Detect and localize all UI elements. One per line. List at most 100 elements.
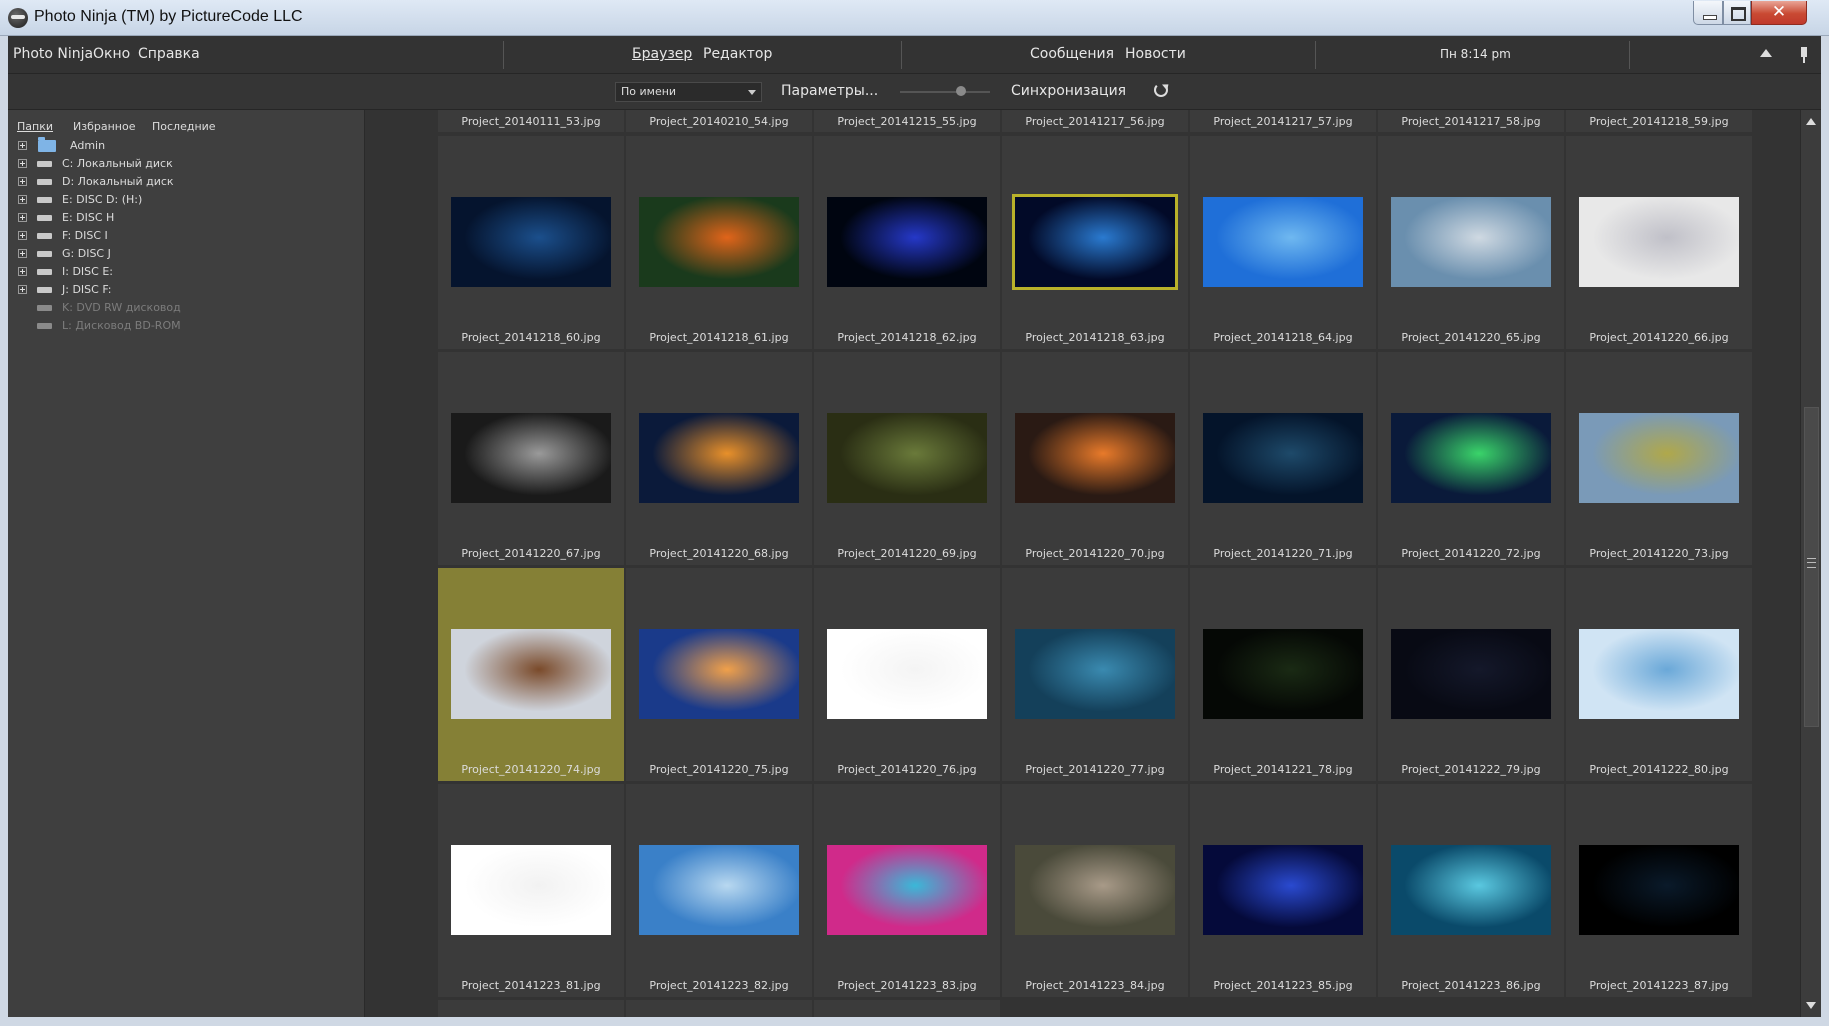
thumbnail-image[interactable]: [1015, 629, 1175, 719]
thumbnail-image[interactable]: [1012, 194, 1178, 290]
thumbnail-cell[interactable]: [626, 1000, 812, 1017]
thumbnail-cell[interactable]: Project_20141217_57.jpg: [1190, 110, 1376, 132]
thumbnail-cell[interactable]: Project_20141218_63.jpg: [1002, 136, 1188, 349]
thumbnail-cell[interactable]: Project_20141222_80.jpg: [1566, 568, 1752, 781]
thumbnail-image[interactable]: [827, 413, 987, 503]
thumbnail-cell[interactable]: Project_20141223_82.jpg: [626, 784, 812, 997]
maximize-button[interactable]: [1723, 1, 1751, 25]
thumbnail-image[interactable]: [639, 413, 799, 503]
thumbnail-cell[interactable]: Project_20141222_79.jpg: [1378, 568, 1564, 781]
thumbnail-image[interactable]: [1579, 845, 1739, 935]
menu-photo-ninja[interactable]: Photo Ninja: [13, 46, 93, 62]
parameters-button[interactable]: Параметры...: [781, 83, 878, 99]
thumbnail-cell[interactable]: Project_20141223_85.jpg: [1190, 784, 1376, 997]
thumbnail-cell[interactable]: Project_20141218_62.jpg: [814, 136, 1000, 349]
thumbnail-image[interactable]: [827, 197, 987, 287]
tree-item[interactable]: K: DVD RW дисковод: [18, 300, 348, 318]
thumbnail-cell[interactable]: [438, 1000, 624, 1017]
tree-item[interactable]: G: DISC J: [18, 246, 348, 264]
thumbnail-cell[interactable]: Project_20140111_53.jpg: [438, 110, 624, 132]
pin-icon[interactable]: [1801, 47, 1807, 63]
tree-item[interactable]: E: DISC D: (H:): [18, 192, 348, 210]
tab-folders[interactable]: Папки: [17, 120, 53, 133]
thumbnail-image[interactable]: [1203, 197, 1363, 287]
thumbnail-cell[interactable]: Project_20141218_61.jpg: [626, 136, 812, 349]
thumbnail-cell[interactable]: Project_20141223_87.jpg: [1566, 784, 1752, 997]
thumbnail-image[interactable]: [1203, 629, 1363, 719]
thumbnail-cell[interactable]: Project_20141217_58.jpg: [1378, 110, 1564, 132]
thumbnail-cell[interactable]: [814, 1000, 1000, 1017]
thumbnail-image[interactable]: [1579, 413, 1739, 503]
thumbnail-cell[interactable]: Project_20141220_71.jpg: [1190, 352, 1376, 565]
tree-item[interactable]: C: Локальный диск: [18, 156, 348, 174]
scroll-thumb[interactable]: [1804, 407, 1819, 727]
grid-scrollbar[interactable]: [1800, 110, 1821, 1017]
thumbnail-cell[interactable]: Project_20141223_84.jpg: [1002, 784, 1188, 997]
expand-icon[interactable]: [18, 249, 27, 258]
tab-favorites[interactable]: Избранное: [73, 120, 135, 133]
messages-button[interactable]: Сообщения: [1030, 46, 1114, 62]
thumbnail-image[interactable]: [1391, 845, 1551, 935]
thumbnail-image[interactable]: [1579, 629, 1739, 719]
thumbnail-image[interactable]: [1391, 629, 1551, 719]
thumbnail-cell[interactable]: Project_20141220_66.jpg: [1566, 136, 1752, 349]
expand-icon[interactable]: [18, 231, 27, 240]
thumbnail-image[interactable]: [1391, 413, 1551, 503]
thumbnail-cell[interactable]: Project_20141220_67.jpg: [438, 352, 624, 565]
thumbnail-image[interactable]: [451, 413, 611, 503]
tree-item[interactable]: J: DISC F:: [18, 282, 348, 300]
minimize-button[interactable]: [1693, 1, 1723, 25]
news-button[interactable]: Новости: [1125, 46, 1186, 62]
thumbnail-cell[interactable]: Project_20141220_70.jpg: [1002, 352, 1188, 565]
tree-item[interactable]: F: DISC I: [18, 228, 348, 246]
thumbnail-cell[interactable]: Project_20141221_78.jpg: [1190, 568, 1376, 781]
tree-item[interactable]: I: DISC E:: [18, 264, 348, 282]
sync-button[interactable]: Синхронизация: [1011, 83, 1126, 99]
sort-select[interactable]: По имени: [615, 82, 762, 102]
menu-help[interactable]: Справка: [138, 46, 200, 62]
thumbnail-image[interactable]: [639, 629, 799, 719]
tree-item[interactable]: D: Локальный диск: [18, 174, 348, 192]
slider-knob[interactable]: [956, 86, 966, 96]
thumbnail-image[interactable]: [451, 845, 611, 935]
expand-icon[interactable]: [18, 285, 27, 294]
close-button[interactable]: ✕: [1751, 1, 1807, 25]
thumbnail-image[interactable]: [827, 845, 987, 935]
expand-icon[interactable]: [18, 177, 27, 186]
scroll-up-icon[interactable]: [1806, 118, 1816, 125]
refresh-icon[interactable]: [1154, 83, 1168, 97]
thumbnail-cell[interactable]: Project_20141215_55.jpg: [814, 110, 1000, 132]
thumbnail-image[interactable]: [639, 197, 799, 287]
tab-editor[interactable]: Редактор: [703, 46, 772, 62]
thumbnail-size-slider[interactable]: [900, 86, 990, 96]
thumbnail-cell[interactable]: Project_20141218_59.jpg: [1566, 110, 1752, 132]
thumbnail-image[interactable]: [1203, 845, 1363, 935]
thumbnail-cell[interactable]: Project_20140210_54.jpg: [626, 110, 812, 132]
thumbnail-cell[interactable]: Project_20141220_74.jpg: [438, 568, 624, 781]
tree-item[interactable]: Admin: [18, 137, 348, 156]
tree-item[interactable]: E: DISC H: [18, 210, 348, 228]
thumbnail-image[interactable]: [1203, 413, 1363, 503]
thumbnail-image[interactable]: [451, 629, 611, 719]
thumbnail-cell[interactable]: Project_20141220_73.jpg: [1566, 352, 1752, 565]
expand-icon[interactable]: [18, 213, 27, 222]
thumbnail-cell[interactable]: Project_20141220_65.jpg: [1378, 136, 1564, 349]
scroll-down-icon[interactable]: [1806, 1002, 1816, 1009]
thumbnail-cell[interactable]: Project_20141217_56.jpg: [1002, 110, 1188, 132]
tab-recent[interactable]: Последние: [152, 120, 216, 133]
thumbnail-cell[interactable]: Project_20141220_68.jpg: [626, 352, 812, 565]
expand-icon[interactable]: [18, 141, 27, 150]
thumbnail-cell[interactable]: Project_20141223_83.jpg: [814, 784, 1000, 997]
thumbnail-cell[interactable]: Project_20141223_81.jpg: [438, 784, 624, 997]
collapse-panel-icon[interactable]: [1760, 49, 1772, 57]
tab-browser[interactable]: Браузер: [632, 46, 692, 62]
thumbnail-image[interactable]: [1579, 197, 1739, 287]
thumbnail-cell[interactable]: Project_20141220_75.jpg: [626, 568, 812, 781]
thumbnail-image[interactable]: [639, 845, 799, 935]
thumbnail-image[interactable]: [1015, 845, 1175, 935]
expand-icon[interactable]: [18, 159, 27, 168]
thumbnail-image[interactable]: [1015, 413, 1175, 503]
menu-window[interactable]: Окно: [93, 46, 130, 62]
thumbnail-cell[interactable]: Project_20141220_77.jpg: [1002, 568, 1188, 781]
thumbnail-image[interactable]: [827, 629, 987, 719]
